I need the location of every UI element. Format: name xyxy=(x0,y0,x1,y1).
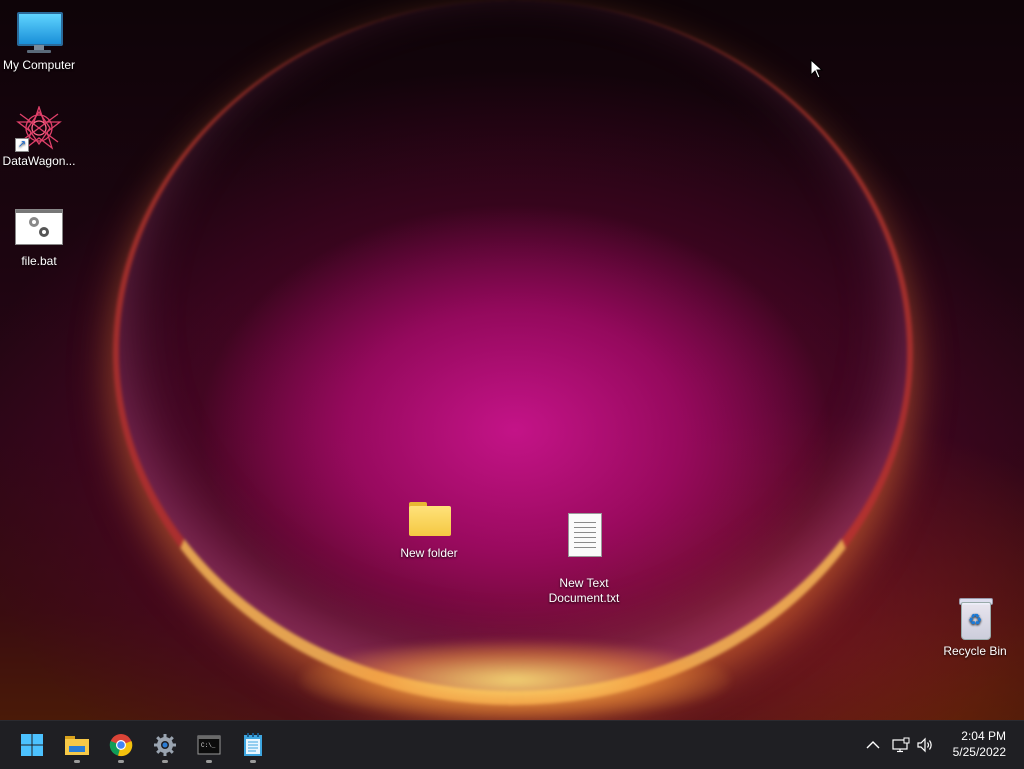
text-document-icon xyxy=(560,513,608,557)
desktop-icon-datawagon[interactable]: ↗ DataWagon... xyxy=(0,106,79,169)
taskbar-notepad[interactable] xyxy=(233,725,273,765)
desktop-icon-label: DataWagon... xyxy=(2,154,76,168)
wallpaper-ring xyxy=(113,0,913,705)
desktop-icon-label: Recycle Bin xyxy=(943,644,1007,658)
batch-file-icon xyxy=(15,206,63,250)
desktop-icon-label: My Computer xyxy=(2,58,76,72)
chrome-icon xyxy=(109,734,133,757)
clock-date: 5/25/2022 xyxy=(952,745,1006,759)
volume-icon xyxy=(917,737,932,753)
datawagon-icon: ↗ xyxy=(15,106,63,152)
taskbar-settings[interactable] xyxy=(145,725,185,765)
desktop-icon-new-text-document[interactable]: New Text Document.txt xyxy=(544,498,624,621)
windows-start-icon xyxy=(21,734,43,756)
wallpaper-glow xyxy=(300,640,730,720)
desktop-icon-new-folder[interactable]: New folder xyxy=(389,498,469,561)
desktop-icon-label: file.bat xyxy=(21,254,57,268)
recycle-bin-icon: ♻ xyxy=(951,596,999,640)
tray-show-hidden-icons[interactable] xyxy=(862,721,884,769)
desktop-icon-label: New Text Document.txt xyxy=(548,576,620,605)
svg-text:C:\_: C:\_ xyxy=(201,742,216,749)
notepad-icon xyxy=(244,733,262,756)
folder-icon xyxy=(405,498,453,542)
desktop-icon-label: New folder xyxy=(400,546,458,560)
tray-volume[interactable] xyxy=(915,721,937,769)
monitor-icon xyxy=(15,10,63,54)
file-explorer-icon xyxy=(65,736,89,755)
taskbar-file-explorer[interactable] xyxy=(57,725,97,765)
taskbar-chrome[interactable] xyxy=(101,725,141,765)
clock-time: 2:04 PM xyxy=(961,729,1006,743)
chevron-up-icon xyxy=(866,741,880,749)
desktop-icon-recycle-bin[interactable]: ♻ Recycle Bin xyxy=(935,596,1015,659)
desktop-icon-file-bat[interactable]: file.bat xyxy=(0,206,79,269)
desktop-icon-my-computer[interactable]: My Computer xyxy=(0,10,79,73)
mouse-cursor-icon xyxy=(810,59,824,79)
taskbar: C:\_ 2:04 PM 5/25/2022 xyxy=(0,720,1024,769)
network-icon xyxy=(892,737,910,753)
shortcut-arrow-icon: ↗ xyxy=(15,138,29,152)
terminal-icon: C:\_ xyxy=(197,735,221,755)
desktop-background: My Computer ↗ DataWagon... file.bat New … xyxy=(0,0,1024,720)
start-button[interactable] xyxy=(12,725,52,765)
settings-gear-icon xyxy=(154,734,176,756)
taskbar-clock[interactable]: 2:04 PM 5/25/2022 xyxy=(953,728,1006,760)
taskbar-terminal[interactable]: C:\_ xyxy=(189,725,229,765)
tray-network[interactable] xyxy=(890,721,912,769)
